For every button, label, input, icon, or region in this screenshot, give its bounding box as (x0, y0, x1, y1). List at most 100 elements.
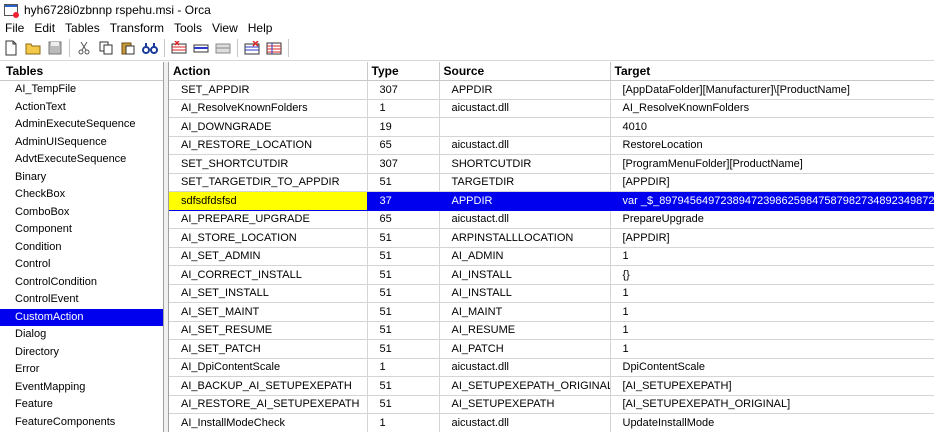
merge-module-icon[interactable] (266, 40, 282, 56)
cut-icon[interactable] (76, 40, 92, 56)
table-row[interactable]: AI_DpiContentScale 1 aicustact.dll DpiConte… (169, 358, 934, 377)
action-cell[interactable]: AI_DpiContentScale (169, 358, 368, 377)
menu-help[interactable]: Help (243, 20, 278, 36)
table-list-item[interactable]: Condition (0, 239, 163, 257)
table-row[interactable]: SET_SHORTCUTDIR 307 SHORTCUTDIR [ProgramMen… (169, 154, 934, 174)
source-cell[interactable]: aicustact.dll (439, 413, 611, 432)
target-cell[interactable]: [APPDIR] (610, 228, 934, 248)
target-cell[interactable]: [AppDataFolder][Manufacturer]\[ProductNa… (610, 80, 934, 100)
type-cell[interactable]: 51 (367, 265, 440, 285)
source-cell[interactable]: aicustact.dll (439, 358, 611, 377)
table-list-item[interactable]: Error (0, 361, 163, 379)
table-row[interactable]: sdfsdfdsfsd 37 APPDIR var _$_89794564972389… (169, 191, 934, 211)
table-row[interactable]: SET_APPDIR 307 APPDIR [AppDataFolder][Manuf… (169, 80, 934, 100)
table-row[interactable]: AI_SET_INSTALL 51 AI_INSTALL 1 (169, 284, 934, 303)
type-cell[interactable]: 51 (367, 228, 440, 248)
source-cell[interactable]: APPDIR (439, 191, 611, 211)
table-row[interactable]: AI_BACKUP_AI_SETUPEXEPATH 51 AI_SETUPEXEPA… (169, 376, 934, 396)
target-cell[interactable]: PrepareUpgrade (610, 210, 934, 229)
action-cell[interactable]: AI_PREPARE_UPGRADE (169, 210, 368, 229)
action-cell[interactable]: AI_ResolveKnownFolders (169, 99, 368, 118)
type-cell[interactable]: 65 (367, 136, 440, 155)
table-list-item[interactable]: ControlEvent (0, 291, 163, 309)
table-row[interactable]: AI_STORE_LOCATION 51 ARPINSTALLLOCATION [AP… (169, 228, 934, 248)
target-cell[interactable]: 1 (610, 339, 934, 359)
table-list-item[interactable]: ActionText (0, 99, 163, 117)
table-row[interactable]: AI_PREPARE_UPGRADE 65 aicustact.dll Prepare… (169, 210, 934, 229)
action-cell[interactable]: AI_SET_INSTALL (169, 284, 368, 303)
action-cell[interactable]: AI_BACKUP_AI_SETUPEXEPATH (169, 376, 368, 396)
source-cell[interactable]: APPDIR (439, 80, 611, 100)
table-list-item[interactable]: CheckBox (0, 186, 163, 204)
source-cell[interactable]: AI_INSTALL (439, 284, 611, 303)
new-file-icon[interactable] (3, 40, 19, 56)
type-cell[interactable]: 37 (367, 191, 440, 211)
validate-icon[interactable] (244, 40, 260, 56)
type-cell[interactable]: 51 (367, 339, 440, 359)
type-cell[interactable]: 1 (367, 99, 440, 118)
table-list-item[interactable]: Binary (0, 169, 163, 187)
type-cell[interactable]: 51 (367, 376, 440, 396)
table-row[interactable]: AI_SET_PATCH 51 AI_PATCH 1 (169, 339, 934, 359)
action-cell[interactable]: AI_SET_PATCH (169, 339, 368, 359)
source-cell[interactable]: SHORTCUTDIR (439, 154, 611, 174)
menu-edit[interactable]: Edit (29, 20, 60, 36)
source-cell[interactable]: AI_MAINT (439, 302, 611, 322)
action-cell[interactable]: sdfsdfdsfsd (169, 191, 368, 211)
source-cell[interactable]: AI_INSTALL (439, 265, 611, 285)
table-row[interactable]: SET_TARGETDIR_TO_APPDIR 51 TARGETDIR [APPDI… (169, 173, 934, 192)
column-header-action[interactable]: Action (169, 62, 368, 81)
table-list-item[interactable]: Component (0, 221, 163, 239)
action-cell[interactable]: AI_RESTORE_AI_SETUPEXEPATH (169, 395, 368, 414)
target-cell[interactable]: 1 (610, 321, 934, 340)
target-cell[interactable]: UpdateInstallMode (610, 413, 934, 432)
action-cell[interactable]: AI_CORRECT_INSTALL (169, 265, 368, 285)
action-cell[interactable]: SET_SHORTCUTDIR (169, 154, 368, 174)
target-cell[interactable]: 1 (610, 284, 934, 303)
menu-tables[interactable]: Tables (60, 20, 105, 36)
action-cell[interactable]: SET_TARGETDIR_TO_APPDIR (169, 173, 368, 192)
target-cell[interactable]: 4010 (610, 117, 934, 137)
paste-icon[interactable] (120, 40, 136, 56)
table-list-item[interactable]: CustomAction (0, 308, 163, 326)
table-list-item[interactable]: ControlCondition (0, 274, 163, 292)
table-row[interactable]: AI_SET_ADMIN 51 AI_ADMIN 1 (169, 247, 934, 266)
type-cell[interactable]: 51 (367, 173, 440, 192)
action-cell[interactable]: AI_InstallModeCheck (169, 413, 368, 432)
type-cell[interactable]: 307 (367, 80, 440, 100)
table-list-item[interactable]: AdminExecuteSequence (0, 116, 163, 134)
column-header-type[interactable]: Type (367, 62, 440, 81)
table-list-item[interactable]: Dialog (0, 326, 163, 344)
action-cell[interactable]: AI_RESTORE_LOCATION (169, 136, 368, 155)
target-cell[interactable]: RestoreLocation (610, 136, 934, 155)
source-cell[interactable]: aicustact.dll (439, 136, 611, 155)
target-cell[interactable]: 1 (610, 247, 934, 266)
open-folder-icon[interactable] (25, 40, 41, 56)
target-cell[interactable]: 1 (610, 302, 934, 322)
source-cell[interactable]: AI_ADMIN (439, 247, 611, 266)
type-cell[interactable]: 1 (367, 358, 440, 377)
table-list-item[interactable]: AdminUISequence (0, 134, 163, 152)
action-cell[interactable]: AI_DOWNGRADE (169, 117, 368, 137)
table-list-item[interactable]: Control (0, 256, 163, 274)
table-list-item[interactable]: ComboBox (0, 204, 163, 222)
menu-tools[interactable]: Tools (169, 20, 207, 36)
action-cell[interactable]: SET_APPDIR (169, 80, 368, 100)
table-row[interactable]: AI_SET_RESUME 51 AI_RESUME 1 (169, 321, 934, 340)
source-cell[interactable]: AI_SETUPEXEPATH (439, 395, 611, 414)
type-cell[interactable]: 19 (367, 117, 440, 137)
type-cell[interactable]: 51 (367, 321, 440, 340)
menu-file[interactable]: File (0, 20, 29, 36)
column-header-target[interactable]: Target (610, 62, 934, 81)
table-row[interactable]: AI_RESTORE_LOCATION 65 aicustact.dll Restor… (169, 136, 934, 155)
type-cell[interactable]: 51 (367, 395, 440, 414)
table-list-item[interactable]: EventMapping (0, 379, 163, 397)
source-cell[interactable]: aicustact.dll (439, 99, 611, 118)
action-cell[interactable]: AI_SET_MAINT (169, 302, 368, 322)
table-row[interactable]: AI_DOWNGRADE 19 4010 (169, 117, 934, 137)
table-row[interactable]: AI_CORRECT_INSTALL 51 AI_INSTALL{} (169, 265, 934, 285)
type-cell[interactable]: 51 (367, 302, 440, 322)
source-cell[interactable]: AI_PATCH (439, 339, 611, 359)
action-cell[interactable]: AI_SET_RESUME (169, 321, 368, 340)
table-list-item[interactable]: FeatureComponents (0, 414, 163, 432)
